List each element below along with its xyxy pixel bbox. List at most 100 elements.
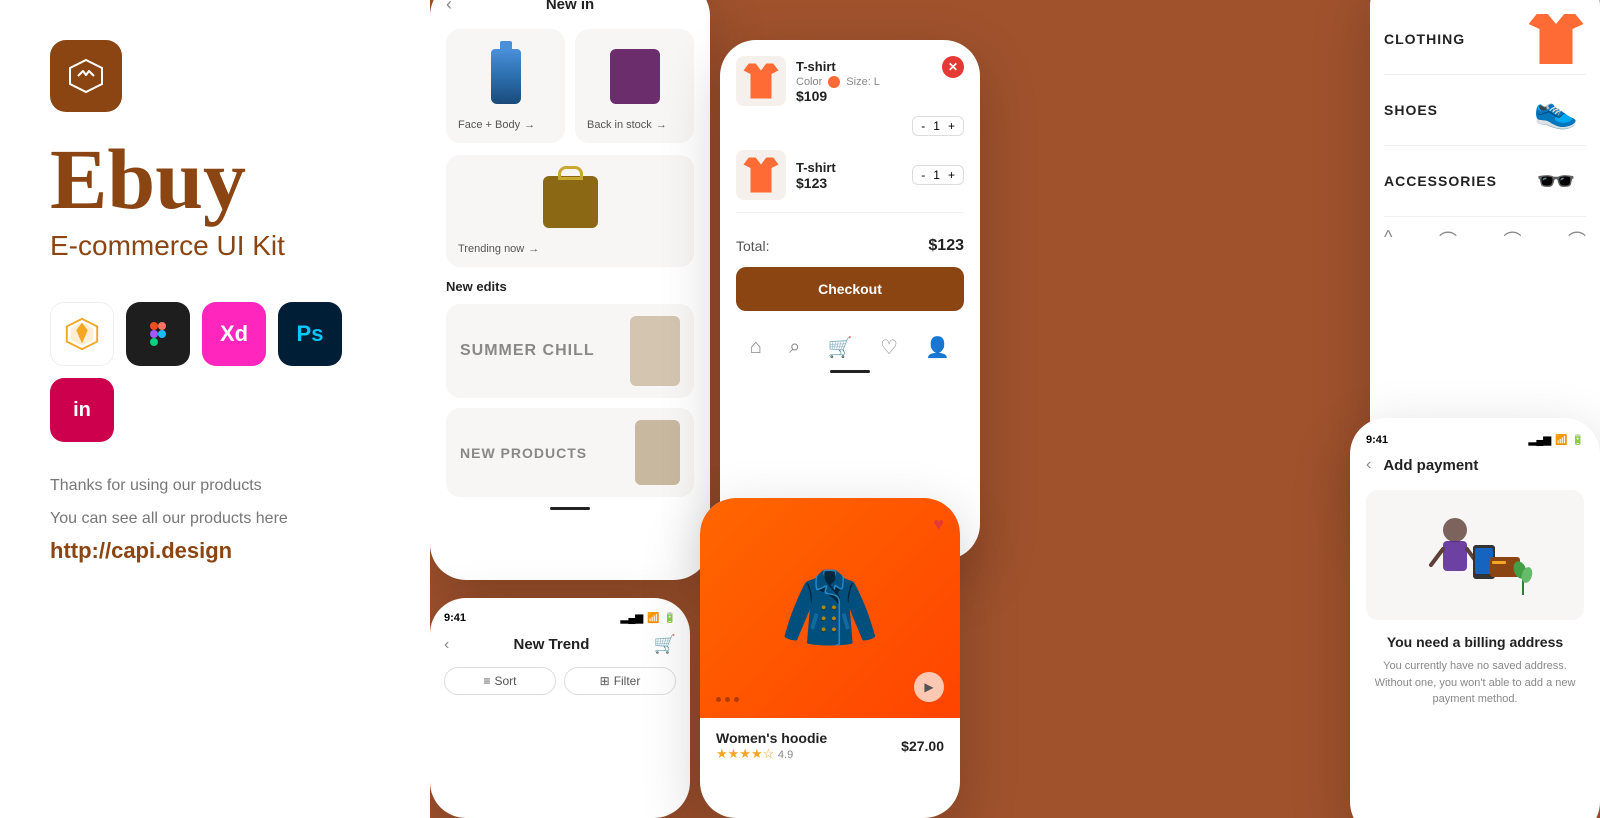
sort-icon: ≡ <box>483 674 490 688</box>
accessories-img: 🕶️ <box>1526 156 1586 206</box>
phone-hoodie: 🧥 ♥ ▶ Women's hoodie ★★★★☆ 4.9 $27.00 <box>700 498 960 818</box>
thanks-line1: Thanks for using our products <box>50 472 380 499</box>
signal-bar: ▂▄▆ <box>621 613 643 624</box>
category-accessories[interactable]: ACCESSORIES 🕶️ <box>1384 146 1586 217</box>
bottle-icon <box>491 49 521 104</box>
capi-link[interactable]: http://capi.design <box>50 538 380 564</box>
face-body-img <box>458 41 553 111</box>
sneaker-icon: 👟 <box>1534 89 1579 131</box>
trending-label: Trending now → <box>458 243 539 255</box>
back-in-stock-img <box>587 41 682 111</box>
cart-item1-sub: Color Size: L <box>796 76 880 88</box>
filter-button[interactable]: ⊞ Filter <box>564 667 676 695</box>
left-panel: Ebuy E-commerce UI Kit Xd Ps in Thanks f… <box>0 0 430 818</box>
remove-item-button[interactable]: ✕ <box>942 56 964 78</box>
person-figure-2 <box>635 420 680 485</box>
trending-img <box>458 167 682 237</box>
profile-nav-icon[interactable]: 👤 <box>925 335 950 360</box>
back-arrow-4[interactable]: ‹ <box>444 636 449 654</box>
xd-icon: Xd <box>202 302 266 366</box>
face-body-label: Face + Body → <box>458 119 535 131</box>
phone-payment: 9:41 ▂▄▆ 📶 🔋 ‹ Add payment <box>1350 418 1600 818</box>
face-body-card[interactable]: Face + Body → <box>446 29 565 143</box>
category-shoes[interactable]: SHOES 👟 <box>1384 75 1586 146</box>
cart-total-row: Total: $123 <box>736 225 964 267</box>
status-bar-4: 9:41 ▂▄▆ 📶 🔋 <box>444 612 676 624</box>
back-in-stock-card[interactable]: Back in stock → <box>575 29 694 143</box>
back-in-stock-label: Back in stock → <box>587 119 667 131</box>
wifi-6: 📶 <box>1555 435 1567 446</box>
summer-chill-text: SUMMER CHILL <box>460 342 595 360</box>
status-bar-6: 9:41 ▂▄▆ 📶 🔋 <box>1366 434 1584 446</box>
prev-icon[interactable]: ^ <box>1384 227 1392 253</box>
home-nav-icon[interactable]: ⌂ <box>750 336 762 359</box>
payment-title: Add payment <box>1383 457 1478 474</box>
qty-minus[interactable]: - <box>921 119 925 133</box>
checkout-button[interactable]: Checkout <box>736 267 964 311</box>
shoes-img: 👟 <box>1526 85 1586 135</box>
new-products-banner[interactable]: NEW PRODUCTS <box>446 408 694 497</box>
hoodie-name-col: Women's hoodie ★★★★☆ 4.9 <box>716 730 827 762</box>
back-arrow-icon[interactable]: ‹ <box>446 0 452 15</box>
wifi-icon: 📶 <box>647 613 659 624</box>
new-products-text: NEW PRODUCTS <box>460 445 587 461</box>
hoodie-product-img: 🧥 ♥ ▶ <box>700 498 960 718</box>
qty-plus[interactable]: + <box>948 119 955 133</box>
cart-nav-icon[interactable]: 🛒 <box>828 335 853 360</box>
wishlist-heart-icon[interactable]: ♥ <box>933 514 944 535</box>
summer-chill-banner[interactable]: SUMMER CHILL <box>446 304 694 398</box>
bag-icon <box>543 176 598 228</box>
payment-header: ‹ Add payment <box>1366 456 1584 474</box>
billing-heading: You need a billing address <box>1366 634 1584 650</box>
qty-plus2[interactable]: + <box>948 168 955 182</box>
billing-desc: You currently have no saved address. Wit… <box>1366 658 1584 708</box>
sketch-icon <box>50 302 114 366</box>
trend-header: ‹ New Trend 🛒 <box>444 634 676 655</box>
shoes-label: SHOES <box>1384 102 1438 118</box>
right-area: ‹ New in Face + Body → <box>430 0 1600 818</box>
filter-row: ≡ Sort ⊞ Filter <box>444 667 676 695</box>
figma-icon <box>126 302 190 366</box>
phone1-title: New in <box>546 0 594 13</box>
phone-cart: T-shirt Color Size: L $109 ✕ - 1 + <box>720 40 980 560</box>
hoodie-price: $27.00 <box>901 738 944 754</box>
cart-item2-details: T-shirt $123 <box>796 160 902 191</box>
new-edits-title: New edits <box>446 279 694 294</box>
clothing-img <box>1526 14 1586 64</box>
billing-illustration <box>1415 505 1535 605</box>
wishlist-nav-icon[interactable]: ♡ <box>880 335 898 360</box>
play-button[interactable]: ▶ <box>914 672 944 702</box>
search-nav-icon[interactable]: ⌕ <box>789 336 800 359</box>
hoodie-product-name: Women's hoodie <box>716 730 827 746</box>
qty-minus2[interactable]: - <box>921 168 925 182</box>
logo-box <box>50 40 122 112</box>
tshirt2-icon <box>744 158 779 193</box>
nav-dot: ⌒ <box>1439 227 1457 253</box>
category-clothing[interactable]: CLOTHING <box>1384 4 1586 75</box>
invision-icon: in <box>50 378 114 442</box>
total-label: Total: <box>736 238 769 254</box>
cart-tshirt2-img <box>736 150 786 200</box>
payment-illustration <box>1366 490 1584 620</box>
phone-new-in: ‹ New in Face + Body → <box>430 0 710 580</box>
cart-item2: T-shirt $123 - 1 + <box>736 150 964 213</box>
cart-item1-name: T-shirt <box>796 59 880 74</box>
qty-control2[interactable]: - 1 + <box>912 165 964 185</box>
brand-tagline: E-commerce UI Kit <box>50 230 380 262</box>
signal-icons-4: ▂▄▆ 📶 🔋 <box>621 613 676 624</box>
color-dot <box>828 76 840 88</box>
sort-button[interactable]: ≡ Sort <box>444 667 556 695</box>
trending-now-card[interactable]: Trending now → <box>446 155 694 267</box>
battery-icon: 🔋 <box>664 613 676 624</box>
next-icon[interactable]: ⌒ <box>1503 227 1521 253</box>
filter-icon: ⊞ <box>600 674 610 688</box>
extra-icon: ⌒ <box>1568 227 1586 253</box>
back-arrow-6[interactable]: ‹ <box>1366 456 1371 474</box>
top-cards-row: Face + Body → Back in stock → <box>446 29 694 143</box>
cart-item2-name: T-shirt <box>796 160 902 175</box>
tool-icons-row: Xd Ps in <box>50 302 380 442</box>
accessories-label: ACCESSORIES <box>1384 173 1497 189</box>
nav-indicator <box>550 507 590 510</box>
qty-control[interactable]: - 1 + <box>912 116 964 136</box>
cart-icon-4[interactable]: 🛒 <box>654 634 676 655</box>
